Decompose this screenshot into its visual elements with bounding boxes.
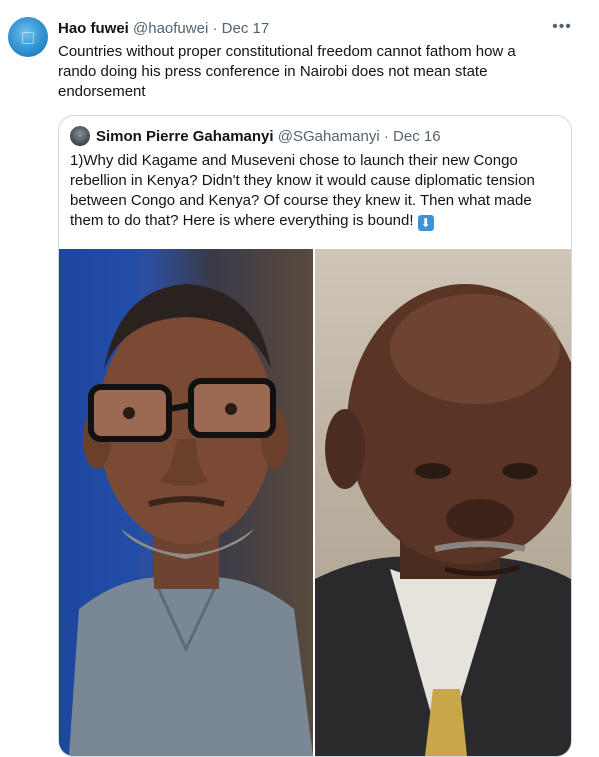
author-name[interactable]: Hao fuwei (58, 20, 129, 37)
author-avatar[interactable] (8, 17, 48, 57)
portrait-photo-right[interactable] (315, 249, 571, 756)
tweet[interactable]: Hao fuwei @haofuwei · Dec 17 ••• Countri… (0, 0, 599, 757)
quoted-author-handle: @SGahamanyi (277, 128, 380, 145)
quoted-tweet-header: Simon Pierre Gahamanyi @SGahamanyi · Dec… (96, 128, 441, 146)
portrait-photo-left[interactable] (59, 249, 313, 756)
media-grid (59, 249, 571, 756)
quoted-tweet[interactable]: Simon Pierre Gahamanyi @SGahamanyi · Dec… (58, 115, 572, 757)
author-handle[interactable]: @haofuwei (133, 20, 208, 37)
down-arrow-emoji-icon: ⬇ (417, 215, 434, 231)
quoted-author-avatar (70, 126, 90, 146)
quoted-author-name: Simon Pierre Gahamanyi (96, 128, 274, 145)
tweet-date[interactable]: Dec 17 (222, 20, 270, 37)
quoted-tweet-date: Dec 16 (393, 128, 441, 145)
quoted-header-separator: · (383, 128, 389, 145)
quoted-tweet-text-block: 1)Why did Kagame and Museveni chose to l… (70, 151, 558, 231)
more-options-icon[interactable]: ••• (552, 18, 572, 36)
header-separator: · (212, 20, 218, 37)
tweet-header: Hao fuwei @haofuwei · Dec 17 (58, 20, 269, 38)
tweet-text: Countries without proper constitutional … (58, 43, 516, 100)
quoted-tweet-text: 1)Why did Kagame and Museveni chose to l… (70, 152, 535, 229)
